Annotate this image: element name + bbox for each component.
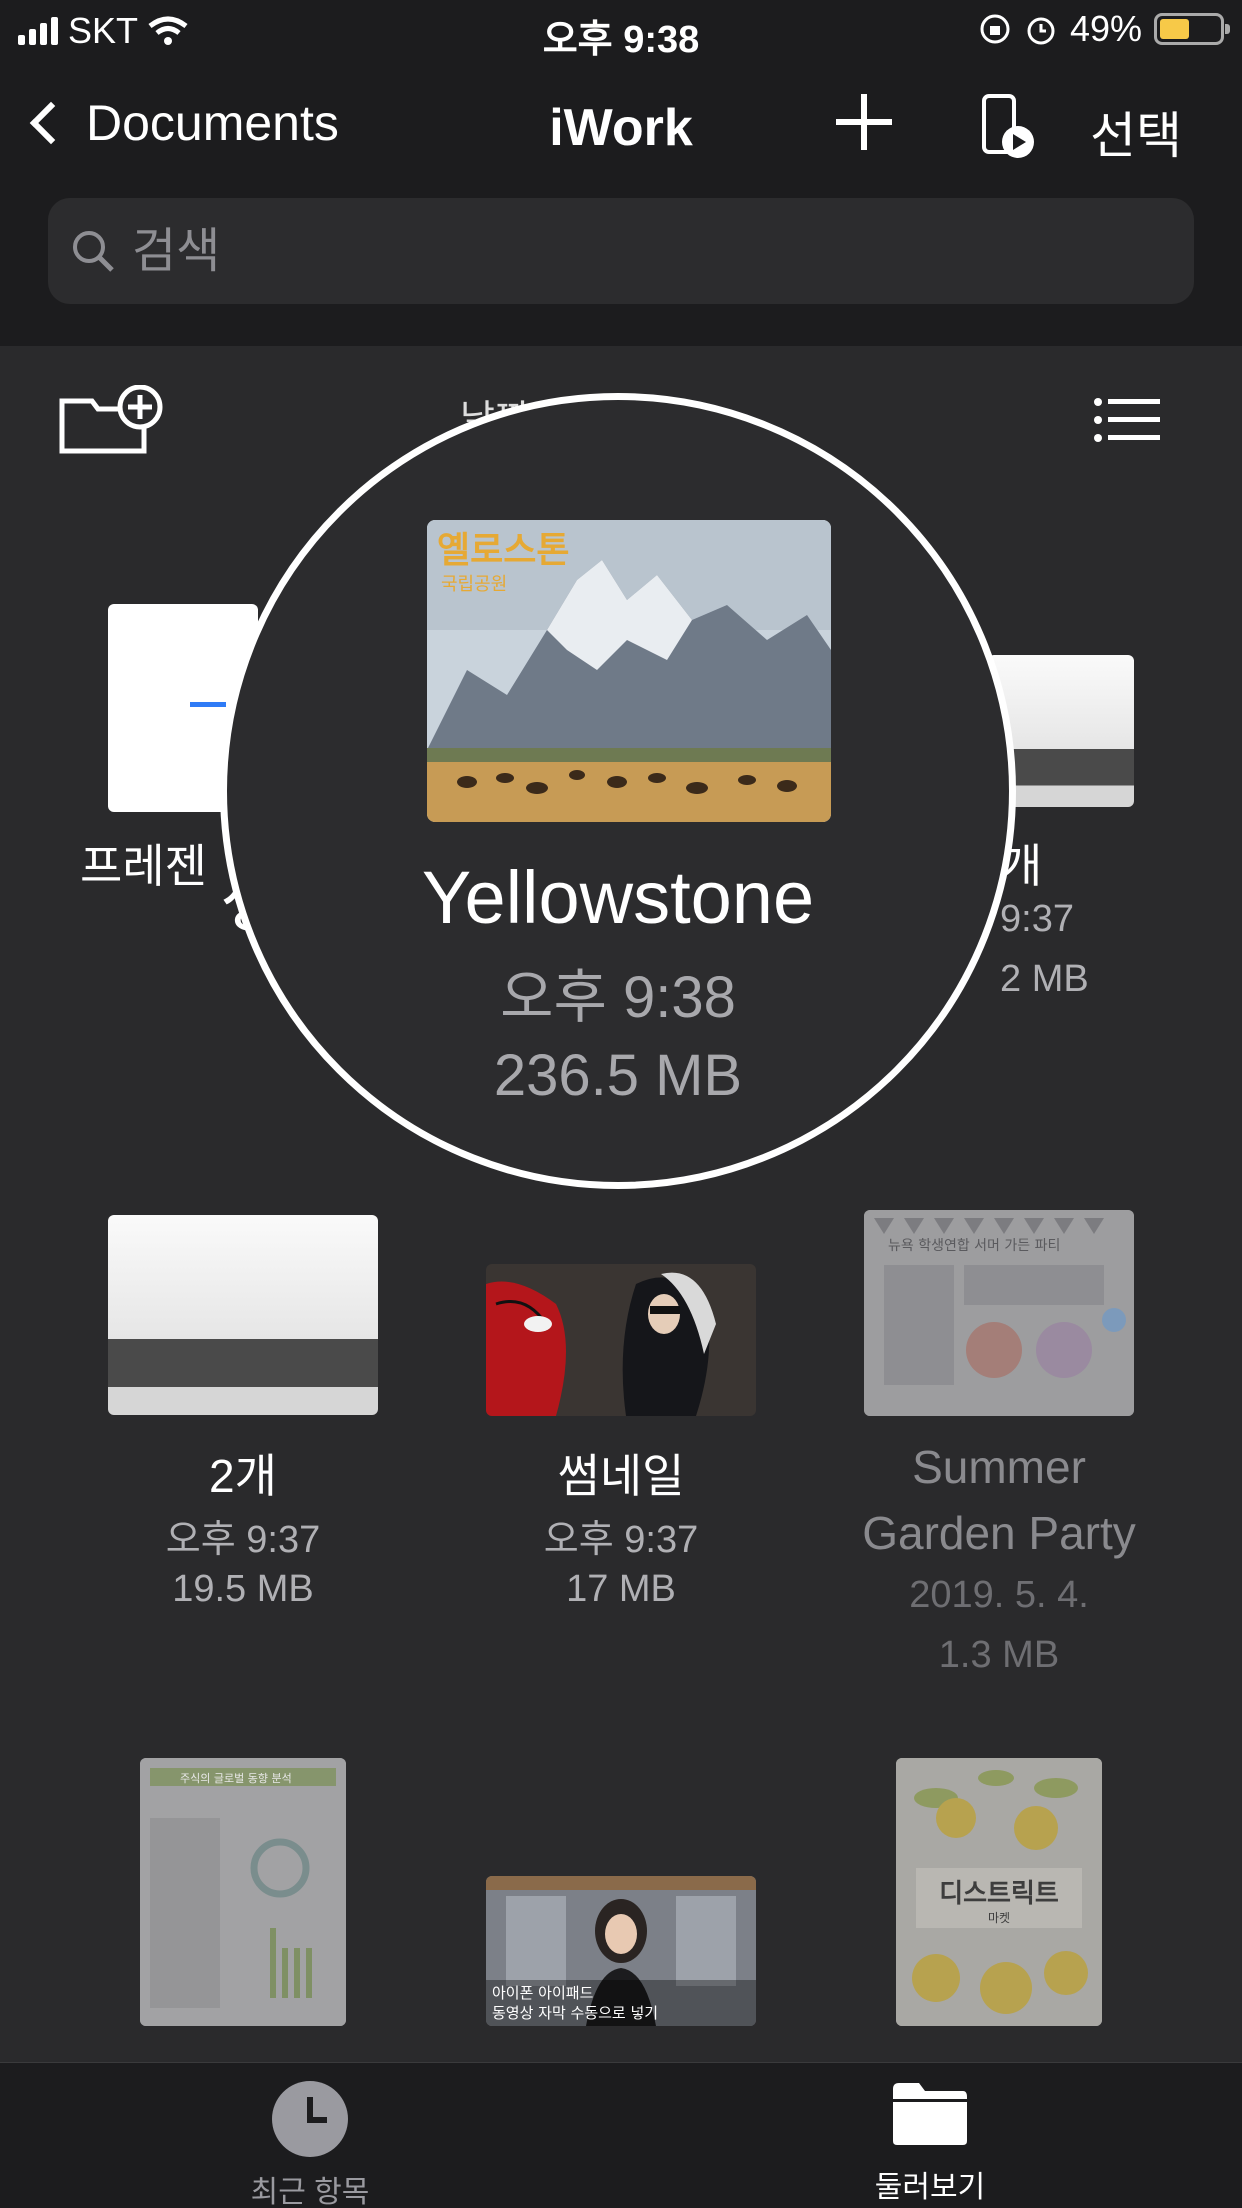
file-thumbnail-video-subtitle[interactable]: 아이폰 아이패드 동영상 자막 수동으로 넣기	[486, 1876, 756, 2026]
file-size-yellowstone: 236.5 MB	[493, 1043, 743, 1108]
file-name-presentation: 프레젠	[80, 840, 207, 892]
new-folder-icon[interactable]	[58, 385, 164, 455]
file-size-thumbnail: 17 MB	[566, 1568, 676, 1610]
tab-browse-label: 둘러보기	[874, 2171, 986, 2204]
file-thumbnail-stock-analysis[interactable]: 주식의 글로벌 동향 분석	[140, 1758, 346, 2026]
search-icon	[73, 231, 114, 272]
file-time-yellowstone: 오후 9:38	[500, 965, 736, 1030]
file-thumbnail-2[interactable]	[108, 1215, 378, 1415]
battery-percent: 49%	[1069, 8, 1142, 49]
status-bar: SKT 오후 9:38 49%	[0, 0, 1242, 61]
file-thumbnail-district[interactable]: 디스트릭트 마켓	[896, 1758, 1102, 2026]
thumbnail-subtitle: 국립공원	[441, 574, 507, 595]
file-thumbnail-summer-garden-party[interactable]: 뉴욕 학생연합 서머 가든 파티	[864, 1210, 1134, 1416]
file-date-summer: 2019. 5. 4.	[909, 1574, 1089, 1616]
thumbnail-title: 주식의 글로벌 동향 분석	[180, 1772, 292, 1785]
select-button[interactable]: 선택	[1090, 96, 1182, 168]
file-name-summer-line1: Summer	[912, 1441, 1086, 1493]
alarm-icon	[1027, 17, 1055, 45]
file-time-thumbnail: 오후 9:37	[543, 1519, 699, 1561]
lemon-market-image: 디스트릭트 마켓	[896, 1758, 1102, 2026]
navigation-bar: Documents iWork 선택	[0, 60, 1242, 190]
list-view-icon[interactable]	[1094, 398, 1160, 442]
thumbnail-title: 뉴욕 학생연합 서머 가든 파티	[888, 1238, 1060, 1254]
magnifier-loupe: 옐로스톤 국립공원 Yellowstone 오후 9:38 236.5 MB	[220, 393, 1016, 1189]
file-name-yellowstone: Yellowstone	[421, 856, 815, 939]
file-name-summer-line2: Garden Party	[862, 1507, 1136, 1559]
thumbnail-caption-line2: 동영상 자막 수동으로 넣기	[492, 2004, 658, 2022]
file-size-2: 19.5 MB	[172, 1568, 314, 1610]
thumbnail-subtitle: 마켓	[988, 1911, 1010, 1925]
file-time-right: 9:37	[1000, 898, 1074, 940]
file-thumbnail-thumbnail[interactable]	[486, 1264, 756, 1416]
battery-icon	[1154, 13, 1230, 45]
file-name-thumbnail: 썸네일	[557, 1450, 685, 1502]
folder-icon	[893, 2083, 967, 2145]
thumbnail-title: 옐로스톤	[437, 530, 569, 571]
thumbnail-title: 디스트릭트	[939, 1879, 1059, 1909]
spiderman-image	[486, 1264, 756, 1416]
search-bar[interactable]	[48, 198, 1194, 304]
remote-play-icon[interactable]	[980, 94, 1036, 160]
add-button[interactable]	[836, 94, 892, 150]
tab-recent[interactable]: 최근 항목	[210, 2081, 410, 2208]
search-input[interactable]	[132, 223, 1032, 279]
orientation-lock-icon	[980, 14, 1010, 44]
page-title: iWork	[549, 99, 693, 157]
clock-icon	[272, 2081, 348, 2157]
tab-bar: 최근 항목 둘러보기	[0, 2062, 1242, 2208]
file-name-2: 2개	[209, 1450, 277, 1502]
thumbnail-caption-line1: 아이폰 아이패드	[492, 1984, 594, 2002]
file-thumbnail-yellowstone[interactable]: 옐로스톤 국립공원	[427, 520, 831, 822]
file-size-summer: 1.3 MB	[938, 1634, 1060, 1676]
tab-browse[interactable]: 둘러보기	[830, 2081, 1030, 2206]
mountain-landscape-image: 옐로스톤 국립공원	[427, 520, 831, 822]
party-flyer-image: 뉴욕 학생연합 서머 가든 파티	[864, 1210, 1134, 1416]
file-time-2: 오후 9:37	[165, 1519, 321, 1561]
spreadsheet-image: 주식의 글로벌 동향 분석	[140, 1758, 346, 2026]
video-tutorial-image: 아이폰 아이패드 동영상 자막 수동으로 넣기	[486, 1876, 756, 2026]
file-size-right: 2 MB	[1000, 958, 1089, 1000]
tab-recent-label: 최근 항목	[250, 2176, 370, 2208]
